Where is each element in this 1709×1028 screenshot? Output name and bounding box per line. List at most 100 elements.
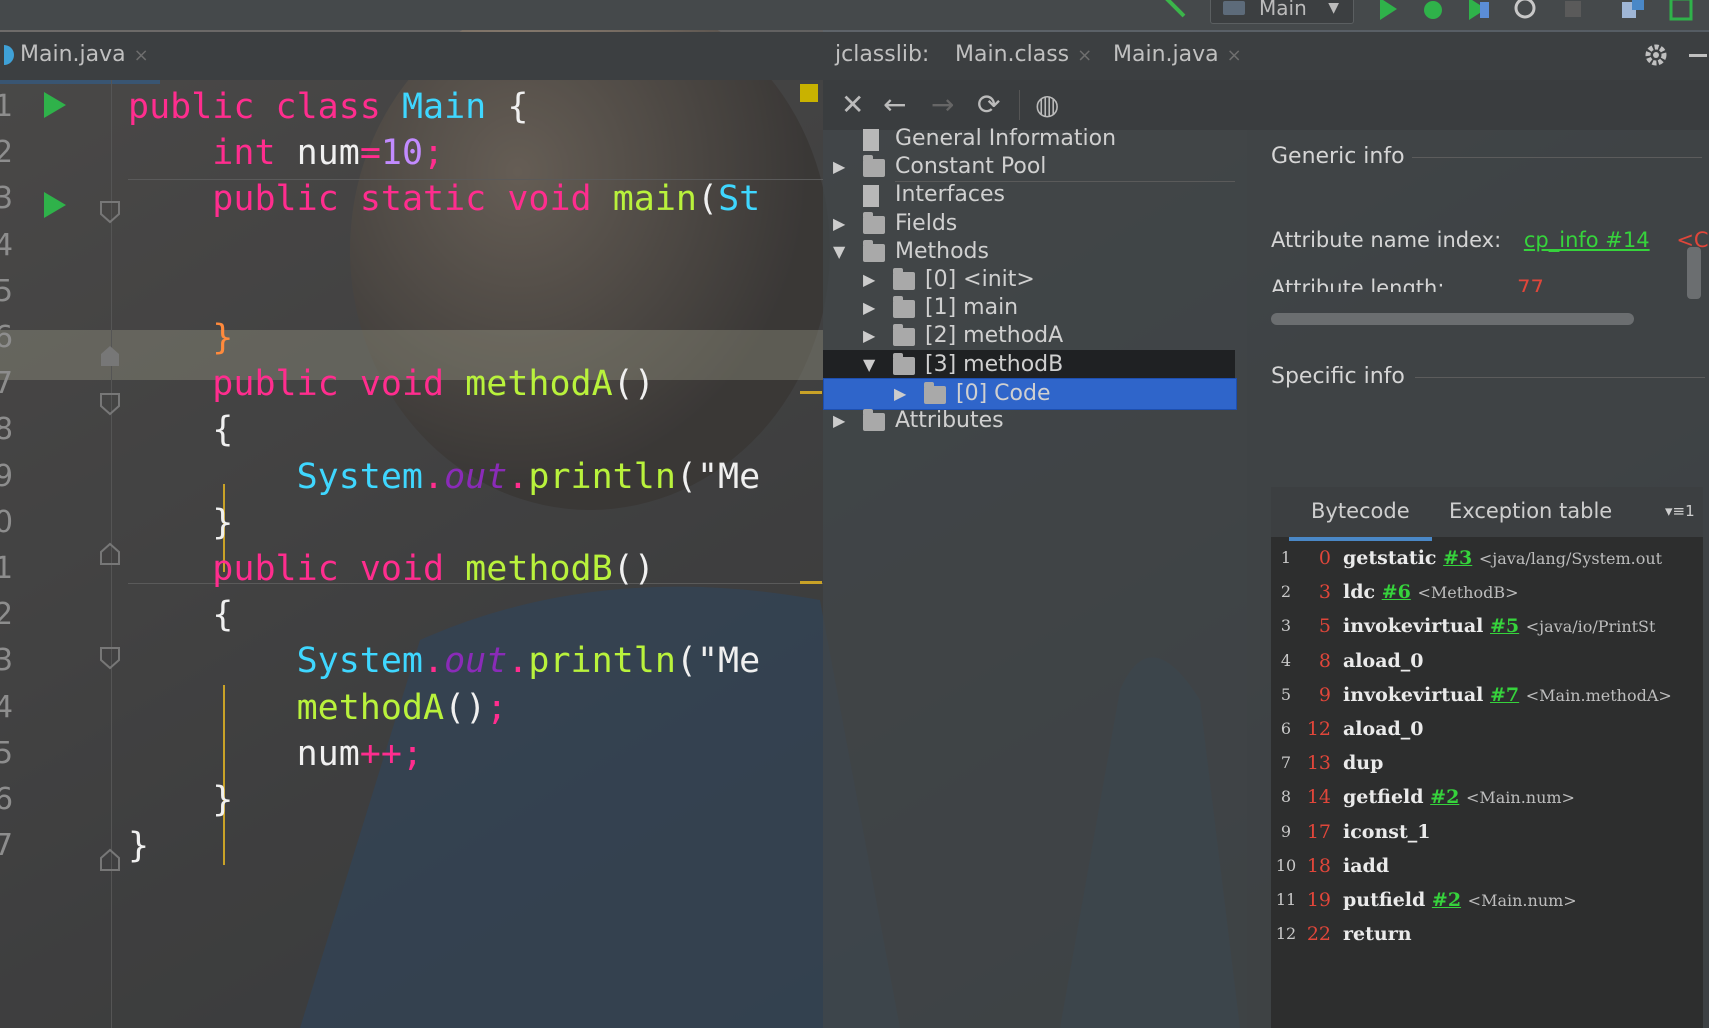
tab-exception-table[interactable]: Exception table [1449,487,1612,537]
bytecode-row[interactable]: 5 9 invokevirtual #7 <Main.methodA> [1271,678,1703,712]
code-line[interactable]: 5 [0,267,823,317]
constant-pool-link[interactable]: #3 [1443,547,1472,569]
build-hammer-icon[interactable] [1162,0,1188,22]
chevron-right-icon[interactable]: ▶ [833,406,845,436]
chevron-right-icon[interactable]: ▶ [863,321,875,351]
tree-item-label: Fields [895,210,958,236]
code-text: num++; [128,733,424,774]
chevron-right-icon[interactable]: ▶ [833,152,845,182]
bytecode-row[interactable]: 7 13 dup [1271,746,1703,780]
code-line[interactable]: 1 public void methodB() [0,544,823,594]
code-line[interactable]: 9 System.out.println("Me [0,452,823,502]
project-structure-icon[interactable] [1620,0,1646,22]
chevron-down-icon[interactable]: ▼ [833,237,845,267]
line-number: 7 [0,366,14,402]
back-icon[interactable]: ← [883,90,906,120]
code-line[interactable]: 3 public static void main(St [0,174,823,224]
code-line[interactable]: 3 System.out.println("Me [0,636,823,686]
code-line[interactable]: 6 } [0,775,823,825]
line-number: 2 [0,135,14,171]
run-configuration-select[interactable]: Main ▼ [1210,0,1354,24]
profile-icon[interactable] [1513,0,1539,22]
horizontal-scrollbar[interactable] [1271,313,1634,325]
code-line[interactable]: 4 methodA(); [0,683,823,733]
code-line[interactable]: 1 public class Main { [0,82,823,132]
code-line[interactable]: 7 public void methodA() [0,359,823,409]
close-icon[interactable]: ✕ [841,90,864,120]
chevron-right-icon[interactable]: ▶ [863,293,875,323]
close-tab-icon[interactable]: × [134,45,149,66]
tree-item[interactable]: ▶ [2] methodA [823,321,1235,351]
folder-icon [863,409,885,431]
constant-pool-link[interactable]: #2 [1430,786,1459,808]
chevron-right-icon[interactable]: ▶ [894,379,906,409]
bytecode-row[interactable]: 9 17 iconst_1 [1271,815,1703,849]
tree-item[interactable]: General Information [823,124,1235,154]
debug-icon[interactable] [1420,0,1446,22]
code-editor[interactable]: 1 public class Main {2 int num=10; 3 publi… [0,80,823,1028]
web-icon[interactable]: ◍ [1035,90,1059,120]
tab-bytecode[interactable]: Bytecode [1289,487,1432,541]
code-line[interactable]: 8 { [0,405,823,455]
tree-item[interactable]: ▼ [3] methodB [823,349,1235,380]
stop-icon[interactable] [1560,0,1586,22]
constant-pool-link[interactable]: #7 [1490,684,1519,706]
bytecode-row[interactable]: 1 0 getstatic #3 <java/lang/System.out [1271,541,1703,575]
tab-overflow-menu-icon[interactable]: ▾≡1 [1665,487,1695,537]
constant-pool-link[interactable]: #5 [1490,615,1519,637]
line-number: 1 [0,89,14,124]
run-icon[interactable] [1375,0,1401,22]
tree-item-label: General Information [895,126,1117,151]
code-line[interactable]: 2 { [0,590,823,640]
chevron-right-icon[interactable]: ▶ [863,265,875,295]
details-panel: Generic info Attribute name index: cp_in… [1247,130,1709,1028]
code-line[interactable]: 2 int num=10; [0,128,823,178]
tree-item[interactable]: ▶ Constant Pool [823,152,1235,182]
refresh-icon[interactable]: ⟳ [977,90,1000,120]
code-line[interactable]: 0 } [0,498,823,548]
code-line[interactable]: 7} [0,821,823,871]
bytecode-row[interactable]: 3 5 invokevirtual #5 <java/io/PrintSt [1271,609,1703,643]
tree-item[interactable]: ▶ [0] <init> [823,265,1235,295]
bytecode-offset: 18 [1306,854,1331,877]
gear-icon[interactable] [1643,42,1669,68]
code-line[interactable]: 4 [0,221,823,271]
bytecode-offset: 9 [1318,683,1331,706]
folder-icon [924,381,946,404]
close-tab-icon[interactable]: × [1227,45,1242,66]
tree-item[interactable]: ▶ Fields [823,209,1235,239]
tree-item[interactable]: ▶ Attributes [823,406,1235,436]
tree-item[interactable]: ▶ [1] main [823,293,1235,323]
coverage-icon[interactable] [1466,0,1492,22]
vertical-scrollbar[interactable] [1687,247,1701,299]
tab-main-java[interactable]: Main.java × [0,32,160,84]
constant-pool-link[interactable]: #2 [1432,889,1461,911]
bytecode-row[interactable]: 12 22 return [1271,917,1703,951]
toolbar-divider [1019,90,1020,120]
minimize-icon[interactable] [1689,54,1707,57]
tab-main-class[interactable]: Main.class × [955,32,1092,80]
attribute-name-index-link[interactable]: cp_info #14 [1524,228,1650,252]
forward-icon[interactable]: → [931,90,954,120]
code-line[interactable]: 5 num++; [0,729,823,779]
bytecode-row[interactable]: 6 12 aload_0 [1271,712,1703,746]
bytecode-row[interactable]: 2 3 ldc #6 <MethodB> [1271,575,1703,609]
code-line[interactable]: 6 } [0,313,823,363]
tree-item[interactable]: ▼ Methods [823,237,1235,267]
bytecode-row[interactable]: 8 14 getfield #2 <Main.num> [1271,780,1703,814]
run-anything-icon[interactable] [1668,0,1694,22]
run-configuration-label: Main [1259,0,1307,20]
tree-item[interactable]: Interfaces [823,180,1235,210]
close-tab-icon[interactable]: × [1077,45,1092,66]
code-text: public class Main { [128,87,529,127]
tab-label: Bytecode [1311,499,1410,523]
tree-item[interactable]: ▶ [0] Code [823,377,1237,410]
bytecode-row[interactable]: 4 8 aload_0 [1271,644,1703,678]
bytecode-row[interactable]: 10 18 iadd [1271,849,1703,883]
bytecode-instruction: aload_0 [1343,649,1424,672]
chevron-right-icon[interactable]: ▶ [833,209,845,239]
bytecode-row[interactable]: 11 19 putfield #2 <Main.num> [1271,883,1703,917]
constant-pool-link[interactable]: #6 [1382,581,1411,603]
tab-main-java-right[interactable]: Main.java × [1107,32,1256,84]
chevron-down-icon[interactable]: ▼ [863,350,875,380]
